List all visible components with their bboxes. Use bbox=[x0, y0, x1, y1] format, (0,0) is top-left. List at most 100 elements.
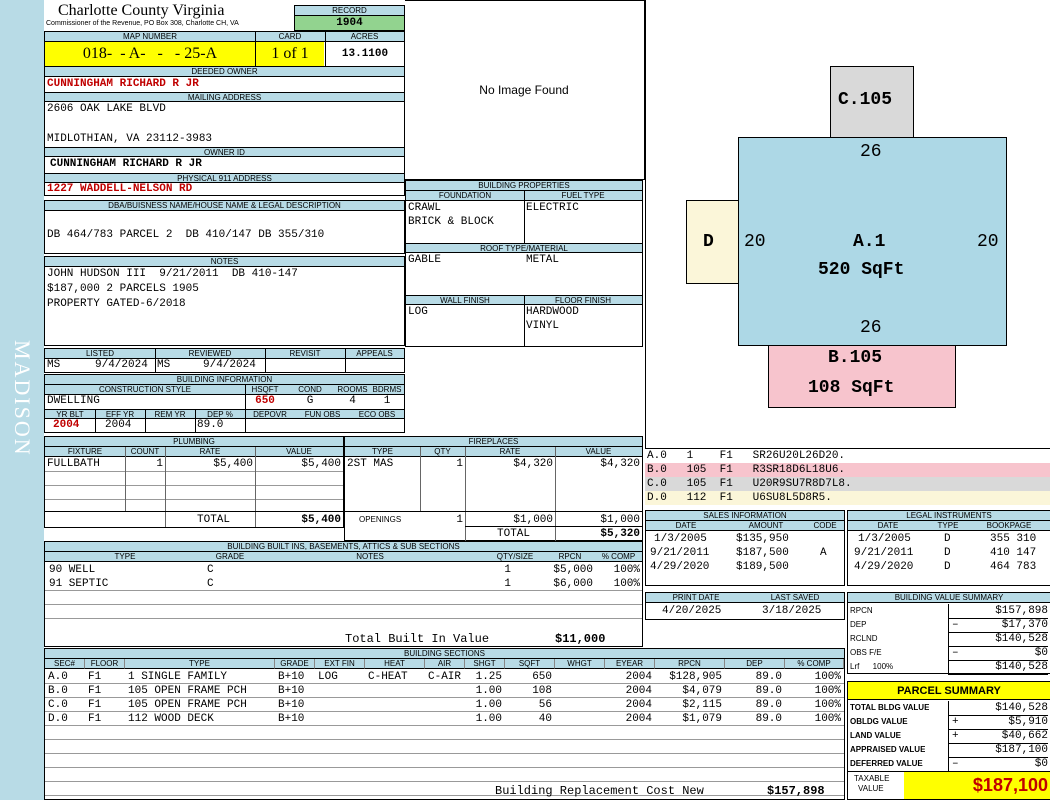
taxable-label-2: VALUE bbox=[858, 784, 884, 793]
sale-amount: $187,500 bbox=[736, 547, 789, 559]
legal-col: DATE bbox=[848, 521, 928, 531]
yrblt-value: 2004 bbox=[53, 419, 80, 431]
owner-id-label: OWNER ID bbox=[45, 147, 404, 157]
hsqft-label: HSQFT bbox=[245, 385, 285, 395]
sale-date: 1/3/2005 bbox=[654, 533, 707, 545]
builtins-label: BUILDING BUILT INS, BASEMENTS, ATTICS & … bbox=[45, 542, 642, 552]
section-cell: 1.25 bbox=[475, 671, 502, 683]
last-saved: 3/18/2025 bbox=[762, 605, 822, 617]
sections-label: BUILDING SECTIONS bbox=[45, 649, 844, 659]
owner-box: DEEDED OWNER CUNNINGHAM RICHARD R JR MAI… bbox=[44, 66, 405, 196]
mailing-line-1: 2606 OAK LAKE BLVD bbox=[47, 103, 166, 115]
print-date-label: PRINT DATE bbox=[646, 593, 746, 603]
sections-col: RPCN bbox=[655, 659, 725, 669]
sections-col: TYPE bbox=[125, 659, 275, 669]
section-cell: D.0 bbox=[48, 713, 68, 725]
no-image-text: No Image Found bbox=[479, 83, 569, 97]
parcel-row-label: DEFERRED VALUE bbox=[850, 759, 923, 768]
section-cell: 89.0 bbox=[755, 671, 782, 683]
value-summary-label: BUILDING VALUE SUMMARY bbox=[848, 593, 1050, 603]
sections-col: EXT FIN bbox=[315, 659, 365, 669]
sections-total: $157,898 bbox=[767, 784, 825, 798]
section-cell: 89.0 bbox=[755, 699, 782, 711]
parcel-row-value: $187,100 bbox=[948, 743, 1048, 758]
sketch-b-area: 108 SqFt bbox=[808, 378, 895, 398]
county-header: Charlotte County Virginia Commissioner o… bbox=[44, 0, 295, 31]
plumbing-count: 1 bbox=[156, 458, 163, 470]
notes-label: NOTES bbox=[45, 257, 404, 267]
construction-style: DWELLING bbox=[47, 395, 100, 407]
section-cell: F1 bbox=[88, 713, 102, 725]
fireplace-col: RATE bbox=[465, 447, 555, 457]
mailing-line-2: MIDLOTHIAN, VA 23112-3983 bbox=[47, 133, 213, 145]
fireplace-type: 2ST MAS bbox=[347, 458, 394, 470]
sketch-area: C.105 D A.1 520 SqFt 26 26 20 20 B.105 1… bbox=[645, 0, 1050, 449]
fuel-type: ELECTRIC bbox=[526, 202, 579, 214]
fireplaces-label: FIREPLACES bbox=[345, 437, 642, 447]
rooms-value: 4 bbox=[349, 395, 356, 407]
yrblt-label: YR BLT bbox=[45, 409, 95, 419]
section-cell: 108 bbox=[532, 685, 552, 697]
sales-box: SALES INFORMATION DATE AMOUNT CODE 1/3/2… bbox=[645, 510, 845, 586]
roof-type: GABLE bbox=[408, 254, 442, 266]
rooms-label: ROOMS bbox=[335, 385, 370, 395]
section-cell: 105 OPEN FRAME PCH bbox=[128, 685, 247, 697]
plumbing-col: RATE bbox=[165, 447, 255, 457]
builtin-type: 90 WELL bbox=[49, 564, 96, 576]
parcel-row-value: $0 bbox=[948, 757, 1048, 772]
deeded-owner-label: DEEDED OWNER bbox=[45, 67, 404, 77]
section-cell: 40 bbox=[538, 713, 552, 725]
building-properties-box: BUILDING PROPERTIES FOUNDATION FUEL TYPE… bbox=[405, 180, 643, 347]
fireplace-total-label: TOTAL bbox=[497, 528, 531, 540]
sales-label: SALES INFORMATION bbox=[646, 511, 844, 521]
legal-box: LEGAL INSTRUMENTS DATE TYPE BOOKPAGE 1/3… bbox=[847, 510, 1050, 586]
map-box: MAP NUMBER CARD ACRES 018- - A- - - 25-A… bbox=[44, 31, 405, 67]
builtins-col: GRADE bbox=[205, 552, 255, 562]
dates-box: PRINT DATE LAST SAVED 4/20/2025 3/18/202… bbox=[645, 592, 845, 620]
section-cell: B+10 bbox=[278, 685, 305, 697]
dim-top: 26 bbox=[860, 142, 882, 162]
builtin-grade: C bbox=[207, 578, 214, 590]
funobs-label: FUN OBS bbox=[295, 409, 350, 419]
legal-date: 4/29/2020 bbox=[854, 561, 914, 573]
legal-type: D bbox=[944, 547, 951, 559]
section-cell: 100% bbox=[814, 671, 841, 683]
dep-label: DEP % bbox=[195, 409, 245, 419]
plumbing-value: $5,400 bbox=[301, 458, 341, 470]
notes-line-3: PROPERTY GATED-6/2018 bbox=[47, 298, 186, 310]
builtin-grade: C bbox=[207, 564, 214, 576]
value-summary-box: BUILDING VALUE SUMMARY RPCN $157,898 DEP … bbox=[847, 592, 1050, 675]
openings-rate: $1,000 bbox=[513, 514, 553, 526]
legal-date: 1/3/2005 bbox=[858, 533, 911, 545]
section-cell: 1.00 bbox=[475, 699, 502, 711]
legal-bookpage: 464 783 bbox=[990, 561, 1037, 573]
section-cell: 100% bbox=[814, 699, 841, 711]
section-cell: C-HEAT bbox=[368, 671, 408, 683]
parcel-summary-box: PARCEL SUMMARY TOTAL BLDG VALUE $140,528… bbox=[847, 681, 1050, 800]
county-address: Commissioner of the Revenue, PO Box 308,… bbox=[46, 20, 239, 27]
sections-col: FLOOR bbox=[85, 659, 125, 669]
sidebar: MADISON bbox=[0, 0, 44, 800]
section-cell: F1 bbox=[88, 671, 102, 683]
taxable-label: TAXABLE bbox=[854, 774, 890, 783]
section-cell: $4,079 bbox=[682, 685, 722, 697]
reviewed-label: REVIEWED bbox=[155, 349, 265, 359]
building-sections-box: BUILDING SECTIONS SEC# FLOOR TYPE GRADE EXT … bbox=[44, 648, 845, 800]
section-cell: 56 bbox=[538, 699, 552, 711]
value-summary-label-cell: Lrf 100% bbox=[850, 662, 894, 671]
sketch-code-row: D.0 112 F1 U6SU8L5D8R5. bbox=[645, 491, 1050, 505]
value-summary-label-cell: RCLND bbox=[850, 634, 878, 643]
section-cell: 1.00 bbox=[475, 713, 502, 725]
effyr-label: EFF YR bbox=[95, 409, 145, 419]
sections-col: WHGT bbox=[555, 659, 605, 669]
sale-code: A bbox=[820, 547, 827, 559]
sections-col: AIR bbox=[425, 659, 465, 669]
parcel-summary-label: PARCEL SUMMARY bbox=[848, 682, 1050, 700]
section-cell: $128,905 bbox=[669, 671, 722, 683]
plumbing-col: VALUE bbox=[255, 447, 343, 457]
builtins-col: QTY/SIZE bbox=[485, 552, 545, 562]
value-summary-value: $17,370 bbox=[948, 618, 1048, 633]
sale-amount: $189,500 bbox=[736, 561, 789, 573]
wall-label: WALL FINISH bbox=[406, 295, 524, 305]
section-cell: 89.0 bbox=[755, 713, 782, 725]
